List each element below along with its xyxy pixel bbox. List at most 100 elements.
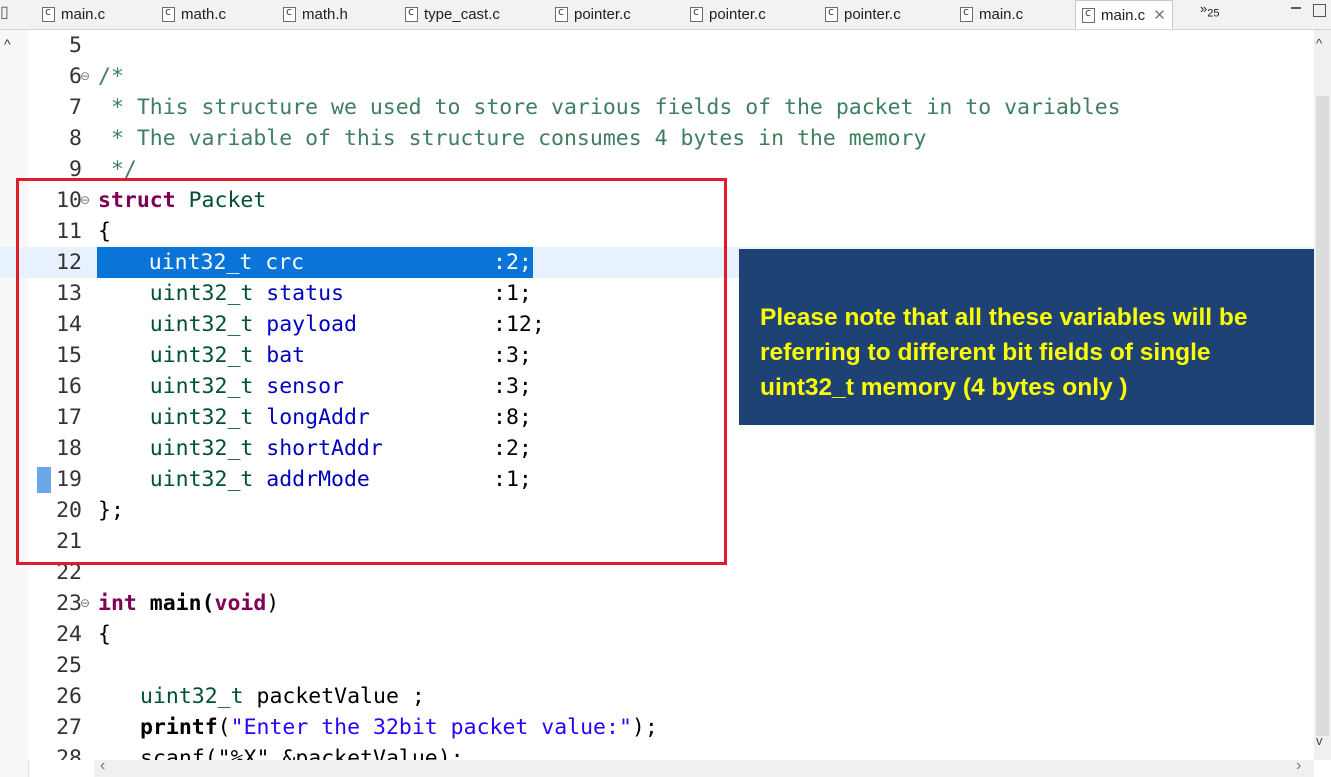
field-bits: :2; <box>493 250 532 275</box>
code-text: int main(void) <box>98 588 279 619</box>
field-type: uint32_t <box>149 343 254 368</box>
line-number: 21 <box>56 529 82 554</box>
comment-text: * This structure we used to store variou… <box>98 95 1121 120</box>
field-bits: :1; <box>493 281 532 306</box>
scroll-left-icon[interactable]: ‹ <box>100 757 105 775</box>
tab-label: pointer.c <box>844 5 901 23</box>
tab-main-c-1[interactable]: main.c <box>42 0 105 28</box>
code-line: 8 * The variable of this structure consu… <box>0 123 1314 154</box>
field-type: uint32_t <box>149 312 254 337</box>
scroll-down-icon[interactable]: v <box>1316 733 1323 748</box>
comment-text: * The variable of this structure consume… <box>98 126 927 151</box>
fold-toggle-icon[interactable]: ⊖ <box>80 588 90 619</box>
field-name: sensor <box>266 374 344 399</box>
line-number: 28 <box>56 746 82 760</box>
line-number: 16 <box>56 374 82 399</box>
editor-tab-bar: ▯ main.c math.c math.h type_cast.c point… <box>0 0 1331 30</box>
line-number: 15 <box>56 343 82 368</box>
code-line: 18 uint32_t shortAddr :2; <box>0 433 1314 464</box>
tab-pointer-c-3[interactable]: pointer.c <box>825 0 901 28</box>
code-line: 6 ⊖ /* <box>0 61 1314 92</box>
minimize-icon[interactable] <box>1290 2 1303 14</box>
keyword: int <box>98 591 137 616</box>
field-bits: :1; <box>493 467 532 492</box>
line-number: 25 <box>56 653 82 678</box>
close-icon[interactable]: ✕ <box>1153 6 1166 24</box>
code-line: 21 <box>0 526 1314 557</box>
horizontal-scrollbar[interactable] <box>94 760 1314 777</box>
line-number: 14 <box>56 312 82 337</box>
field-bits: :3; <box>493 374 532 399</box>
tab-label: main.c <box>979 5 1024 23</box>
fold-toggle-icon[interactable]: ⊖ <box>80 185 90 216</box>
code-line: 7 * This structure we used to store vari… <box>0 92 1314 123</box>
field-name: status <box>266 281 344 306</box>
code-line: 22 <box>0 557 1314 588</box>
tab-type-cast-c[interactable]: type_cast.c <box>405 0 500 28</box>
line-number: 9 <box>69 157 82 182</box>
field-type: uint32_t <box>149 374 254 399</box>
tab-label: math.h <box>302 5 348 23</box>
field-type: uint32_t <box>149 436 254 461</box>
fold-toggle-icon[interactable]: ⊖ <box>80 61 90 92</box>
code-text: { <box>98 219 111 244</box>
line-number: 5 <box>69 33 82 58</box>
scroll-right-icon[interactable]: › <box>1296 757 1301 775</box>
vertical-scroll-thumb[interactable] <box>1316 96 1329 736</box>
code-text: uint32_t packetValue ; <box>140 681 425 712</box>
c-file-icon <box>405 5 418 22</box>
tab-overflow-button[interactable]: »25 <box>1200 1 1219 20</box>
function-name: main( <box>136 591 215 616</box>
code-text: uint32_t sensor <box>98 371 344 402</box>
tab-main-c-active[interactable]: main.c ✕ <box>1075 0 1173 29</box>
field-bits: :12; <box>493 312 545 337</box>
note-text: Please note that all these variables wil… <box>760 304 1248 401</box>
field-bits: :8; <box>493 405 532 430</box>
line-number: 13 <box>56 281 82 306</box>
tab-math-h[interactable]: math.h <box>283 0 348 28</box>
struct-name: Packet <box>175 188 267 213</box>
code-text: struct Packet <box>98 185 266 216</box>
tab-pointer-c-1[interactable]: pointer.c <box>555 0 631 28</box>
selected-text: uint32_t crc:2; <box>97 247 533 278</box>
field-bits: :3; <box>493 343 532 368</box>
code-line: 26 uint32_t packetValue ; <box>0 681 1314 712</box>
maximize-icon[interactable] <box>1313 4 1326 17</box>
code-text: uint32_t status <box>98 278 344 309</box>
field-type: uint32_t <box>149 281 254 306</box>
field-bits: :2; <box>493 436 532 461</box>
tab-label: main.c <box>1101 6 1146 24</box>
type-name: uint32_t <box>140 684 244 709</box>
code-line: 10 ⊖ struct Packet <box>0 185 1314 216</box>
line-number: 22 <box>56 560 82 585</box>
keyword: struct <box>98 188 176 213</box>
line-number: 7 <box>69 95 82 120</box>
function-name: printf <box>140 715 218 740</box>
code-line: 24 { <box>0 619 1314 650</box>
tab-label: type_cast.c <box>424 5 500 23</box>
tab-main-c-2[interactable]: main.c <box>960 0 1023 28</box>
field-name: longAddr <box>266 405 370 430</box>
field-type: uint32_t <box>149 467 254 492</box>
keyword: void <box>214 591 267 616</box>
field-name: shortAddr <box>266 436 383 461</box>
line-number: 6 <box>69 64 82 89</box>
code-text: { <box>85 622 111 647</box>
comment-text: /* <box>98 64 124 89</box>
field-name: addrMode <box>266 467 370 492</box>
tab-pointer-c-2[interactable]: pointer.c <box>690 0 766 28</box>
code-line: 27 printf("Enter the 32bit packet value:… <box>0 712 1314 743</box>
code-text: scanf("%X",&packetValue); <box>140 746 464 760</box>
c-file-icon <box>42 5 55 22</box>
c-file-icon <box>690 5 703 22</box>
code-text: uint32_t longAddr <box>98 402 370 433</box>
code-line: 25 <box>0 650 1314 681</box>
code-text: uint32_t payload <box>98 309 357 340</box>
c-file-icon <box>1082 6 1095 23</box>
tab-label: pointer.c <box>709 5 766 23</box>
code-line-partial: 28 scanf("%X",&packetValue); <box>0 743 1314 760</box>
line-number: 26 <box>56 684 82 709</box>
scroll-up-icon[interactable]: ^ <box>1316 36 1322 51</box>
c-file-icon <box>555 5 568 22</box>
tab-math-c[interactable]: math.c <box>162 0 226 28</box>
